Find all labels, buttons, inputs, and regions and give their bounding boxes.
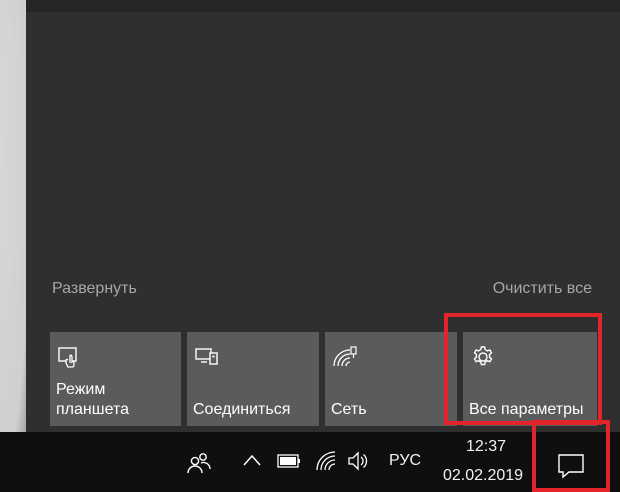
battery-icon[interactable] [277,454,301,468]
language-indicator[interactable]: РУС [389,452,421,470]
action-center-top-strip [26,0,620,12]
network-icon [333,346,357,367]
tile-label: Сеть [331,401,367,418]
connect-icon [195,348,218,365]
clear-all-link[interactable]: Очистить все [493,280,592,298]
people-icon[interactable] [186,450,212,476]
tile-tablet-mode[interactable]: Режим планшета [50,332,181,426]
wifi-icon[interactable] [315,450,339,472]
tile-label: Соединиться [193,401,291,418]
clock-date[interactable]: 02.02.2019 [443,467,523,485]
tablet-mode-icon [58,347,77,368]
notification-highlight-frame [532,420,610,492]
settings-highlight-frame [444,313,602,425]
tile-network[interactable]: Сеть [325,332,457,426]
desktop-wallpaper [0,0,26,432]
expand-link[interactable]: Развернуть [52,280,137,298]
volume-icon[interactable] [347,450,369,472]
clock-time[interactable]: 12:37 [466,438,506,456]
taskbar: РУС 12:37 02.02.2019 [0,432,620,492]
tile-connect[interactable]: Соединиться [187,332,319,426]
chevron-up-icon[interactable] [243,453,261,467]
tile-label: Режим планшета [56,381,129,418]
